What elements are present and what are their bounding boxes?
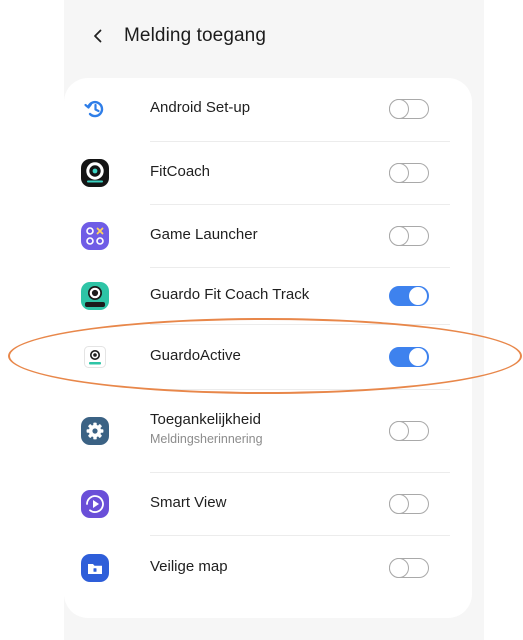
list-item-toegankelijkheid[interactable]: Toegankelijkheid Meldingsherinnering: [64, 390, 472, 472]
list-item-guardo-fit-coach-track[interactable]: Guardo Fit Coach Track: [64, 268, 472, 324]
secure-folder-icon: [81, 554, 109, 582]
toggle-knob: [389, 494, 409, 514]
list-item-smart-view[interactable]: Smart View: [64, 473, 472, 535]
toggle-knob: [408, 347, 428, 367]
list-item-label: Guardo Fit Coach Track: [150, 286, 310, 303]
notification-access-screen: Melding toegang Android Set-up FitCoach …: [64, 0, 484, 640]
smart-view-icon: [81, 490, 109, 518]
list-item-sublabel: Meldingsherinnering: [150, 432, 263, 446]
list-item-label: FitCoach: [150, 163, 211, 180]
list-item-veilige-map[interactable]: Veilige map: [64, 536, 472, 600]
toggle-switch[interactable]: [389, 286, 429, 306]
list-item-text: GuardoActive: [150, 347, 241, 364]
toggle-switch[interactable]: [389, 226, 429, 246]
toggle-switch[interactable]: [389, 163, 429, 183]
toggle-switch[interactable]: [389, 99, 429, 119]
list-item-text: Guardo Fit Coach Track: [150, 286, 309, 303]
toggle-switch[interactable]: [389, 347, 429, 367]
toggle-knob: [389, 163, 409, 183]
list-item-text: Game Launcher: [150, 226, 258, 243]
list-item-text: Smart View: [150, 494, 226, 511]
list-item-label: Game Launcher: [150, 226, 258, 243]
list-item-fitcoach[interactable]: FitCoach: [64, 142, 472, 204]
list-item-android-setup[interactable]: Android Set-up: [64, 78, 472, 141]
app-list-card: Android Set-up FitCoach Game Launcher Gu…: [64, 78, 472, 618]
toggle-knob: [389, 99, 409, 119]
toggle-knob: [389, 558, 409, 578]
toggle-knob: [408, 286, 428, 306]
back-button[interactable]: [76, 14, 120, 58]
toggle-switch[interactable]: [389, 494, 429, 514]
list-item-text: Android Set-up: [150, 99, 250, 116]
list-item-text: FitCoach: [150, 163, 210, 180]
toggle-switch[interactable]: [389, 558, 429, 578]
guardoactive-icon: [81, 343, 109, 371]
list-item-label: Toegankelijkheid: [150, 411, 261, 428]
list-item-label: Android Set-up: [150, 99, 251, 116]
toggle-knob: [389, 226, 409, 246]
android-setup-icon: [81, 95, 109, 123]
list-item-label: Smart View: [150, 494, 227, 511]
toggle-knob: [389, 421, 409, 441]
page-title: Melding toegang: [124, 25, 266, 46]
list-item-text: Toegankelijkheid Meldingsherinnering: [150, 411, 263, 446]
toggle-switch[interactable]: [389, 421, 429, 441]
list-item-text: Veilige map: [150, 558, 228, 575]
fitcoach-icon: [81, 159, 109, 187]
accessibility-gear-icon: [81, 417, 109, 445]
app-bar: Melding toegang: [64, 14, 484, 58]
chevron-left-icon: [94, 29, 102, 43]
game-launcher-icon: [81, 222, 109, 250]
list-item-label: Veilige map: [150, 558, 228, 575]
list-item-guardoactive[interactable]: GuardoActive: [64, 325, 472, 389]
guardo-fit-coach-track-icon: [81, 282, 109, 310]
list-item-game-launcher[interactable]: Game Launcher: [64, 205, 472, 267]
list-item-label: GuardoActive: [150, 347, 241, 364]
